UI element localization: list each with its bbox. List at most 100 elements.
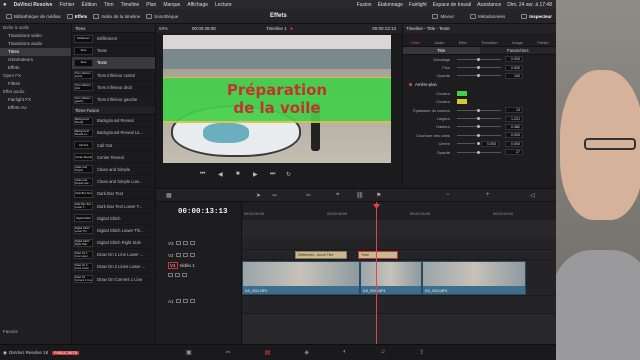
effects-library-button[interactable]: Effets (66, 13, 87, 19)
monitor-icon[interactable] (182, 253, 188, 257)
zoom-level[interactable]: 69% (159, 26, 168, 31)
param-value-field[interactable]: 0.000 (505, 64, 523, 71)
visibility-icon[interactable] (189, 241, 195, 245)
tree-item[interactable]: Transitions vidéo (0, 32, 71, 40)
param-value-field[interactable]: 100 (505, 72, 523, 79)
effect-item[interactable]: Tiers inférieur droit Tiers inférieur dro… (72, 82, 155, 94)
slider-knob[interactable] (477, 74, 480, 78)
menu-etalonnage[interactable]: Étalonnage (378, 2, 403, 8)
menu-fusion[interactable]: Fusion (357, 2, 372, 8)
snap-icon[interactable]: ⌖ (336, 192, 339, 199)
tab-transition[interactable]: Transition (481, 41, 498, 45)
loop-icon[interactable]: ↻ (286, 171, 291, 178)
tab-audio[interactable]: Audio (435, 41, 445, 45)
track-header-v1[interactable]: V1 Vidéo 1 (156, 260, 242, 270)
menu-affichage[interactable]: Affichage (187, 2, 208, 8)
page-cut-icon[interactable]: ✂ (226, 349, 231, 356)
inspector-button[interactable]: Inspecteur (521, 13, 552, 19)
effect-item[interactable]: Draw On Corners 1 Line Draw On Corners 1 … (72, 274, 155, 286)
lock-icon[interactable] (175, 253, 181, 257)
mixer-button[interactable]: Mixeur (432, 13, 454, 19)
param-slider[interactable] (457, 150, 501, 154)
jump-end-icon[interactable]: ⏭ (270, 171, 275, 178)
monitor-icon[interactable] (182, 241, 188, 245)
title-clip[interactable]: Défilement - Ancré Titre (295, 251, 347, 259)
tab-video[interactable]: Vidéo (410, 41, 420, 45)
select-tool-icon[interactable]: ➤ (256, 192, 261, 199)
param-slider[interactable] (457, 74, 501, 78)
video-clip[interactable]: DJI_0011.MP4 (242, 261, 360, 295)
param-slider[interactable] (457, 142, 480, 146)
color-swatch[interactable] (457, 90, 467, 96)
play-icon[interactable]: ▶ (253, 171, 258, 178)
param-value-field[interactable]: 0.382 (505, 123, 523, 130)
tree-item[interactable]: Filtres (0, 80, 71, 88)
menu-fairlight[interactable]: Fairlight (409, 2, 427, 8)
effect-item[interactable]: Background Reveal Background Reveal (72, 115, 155, 128)
param-value-field[interactable]: 0.000 (505, 132, 523, 139)
color-swatch[interactable] (457, 99, 467, 105)
track-header-v3[interactable]: V3 (156, 238, 242, 248)
param-value-field[interactable]: 27 (505, 149, 523, 156)
layout-icon[interactable]: ▦ (166, 192, 172, 199)
menu-timeline[interactable]: Timeline (121, 2, 140, 8)
tree-item[interactable]: Titres (0, 48, 71, 56)
slider-knob[interactable] (477, 117, 480, 121)
page-fusion-icon[interactable]: ◈ (304, 349, 309, 356)
sound-library-button[interactable]: Sonothèque (146, 13, 178, 19)
tab-image[interactable]: Image (512, 41, 523, 45)
visibility-icon[interactable] (182, 273, 187, 277)
slider-knob[interactable] (477, 142, 480, 146)
page-edit-icon[interactable]: ▤ (265, 349, 271, 356)
param-slider[interactable] (457, 125, 501, 129)
metadata-button[interactable]: Métadonnées (469, 13, 505, 19)
step-back-icon[interactable]: ◀ (218, 171, 223, 178)
playhead[interactable] (376, 202, 377, 344)
tab-fichier[interactable]: Fichier (537, 41, 548, 45)
tree-item[interactable]: Transitions audio (0, 40, 71, 48)
effect-item[interactable]: Tiers inférieur gauche Tiers inférieur ga… (72, 94, 155, 107)
mute-icon[interactable] (189, 299, 195, 303)
effect-item[interactable]: Call Out Call Out (72, 140, 155, 152)
monitor-icon[interactable] (175, 273, 180, 277)
param-value-field[interactable]: 0.000 (505, 56, 523, 63)
video-clip[interactable]: DJI_0010.MP4 (422, 261, 526, 295)
stop-icon[interactable]: ■ (236, 171, 240, 177)
effect-item[interactable]: Digital Glitch Lower Thi... Digital Glitc… (72, 225, 155, 237)
video-viewer[interactable]: Préparation de la voile (163, 35, 391, 163)
effect-item[interactable]: Background Reveal Lo... Background Reveal… (72, 127, 155, 140)
lock-icon[interactable] (175, 299, 181, 303)
tree-item[interactable]: Effets AU (0, 104, 71, 112)
slider-knob[interactable] (477, 57, 480, 61)
tree-item[interactable]: Fairlight FX (0, 96, 71, 104)
timeline-ruler[interactable]: 00:00:00:00 00:00:08:00 00:00:16:00 00:0… (242, 202, 556, 220)
effect-item[interactable]: Défilement Défilement (72, 33, 155, 46)
viewer-timeline-name[interactable]: Timeline 1 (266, 26, 287, 31)
track-header-a1[interactable]: A1 (156, 296, 242, 306)
param-value-field[interactable]: 0.000 (505, 140, 523, 147)
effect-item[interactable]: Tiers inférieur centré Tiers inférieur ce… (72, 70, 155, 82)
track-header-v2[interactable]: V2 (156, 250, 242, 260)
param-slider[interactable] (457, 57, 501, 61)
timeline-area[interactable]: 00:00:00:00 00:00:08:00 00:00:16:00 00:0… (242, 202, 556, 344)
menu-workspace[interactable]: Espace de travail (433, 2, 471, 8)
menu-fichier[interactable]: Fichier (59, 2, 74, 8)
page-deliver-icon[interactable]: ⇪ (419, 349, 424, 356)
section-titres[interactable]: Titres (72, 24, 155, 33)
visibility-icon[interactable] (189, 253, 195, 257)
effect-item[interactable]: Center Reveal Center Reveal (72, 152, 155, 164)
effect-item[interactable]: Dark Box Text Lower T... Dark Box Text Lo… (72, 200, 155, 213)
effect-item[interactable]: Digital Glitch Digital Glitch (72, 213, 155, 225)
audio-meter-icon[interactable]: ◁ (530, 192, 535, 199)
favorites-label[interactable]: Favoris (3, 329, 18, 334)
title-overlay-text[interactable]: Préparation de la voile (163, 81, 391, 117)
group-arriere-plan[interactable]: Arrière-plan (403, 80, 556, 89)
slider-knob[interactable] (477, 150, 480, 154)
solo-icon[interactable] (182, 299, 188, 303)
trim-tool-icon[interactable]: ⇿ (272, 192, 277, 199)
page-color-icon[interactable]: ◐ (343, 349, 347, 356)
video-clip[interactable]: DJI_0009.MP4 (360, 261, 422, 295)
page-media-icon[interactable]: ▣ (186, 349, 192, 356)
zoom-in-icon[interactable]: + (486, 192, 490, 198)
param-value-field-2[interactable]: 0.000 (481, 140, 499, 147)
